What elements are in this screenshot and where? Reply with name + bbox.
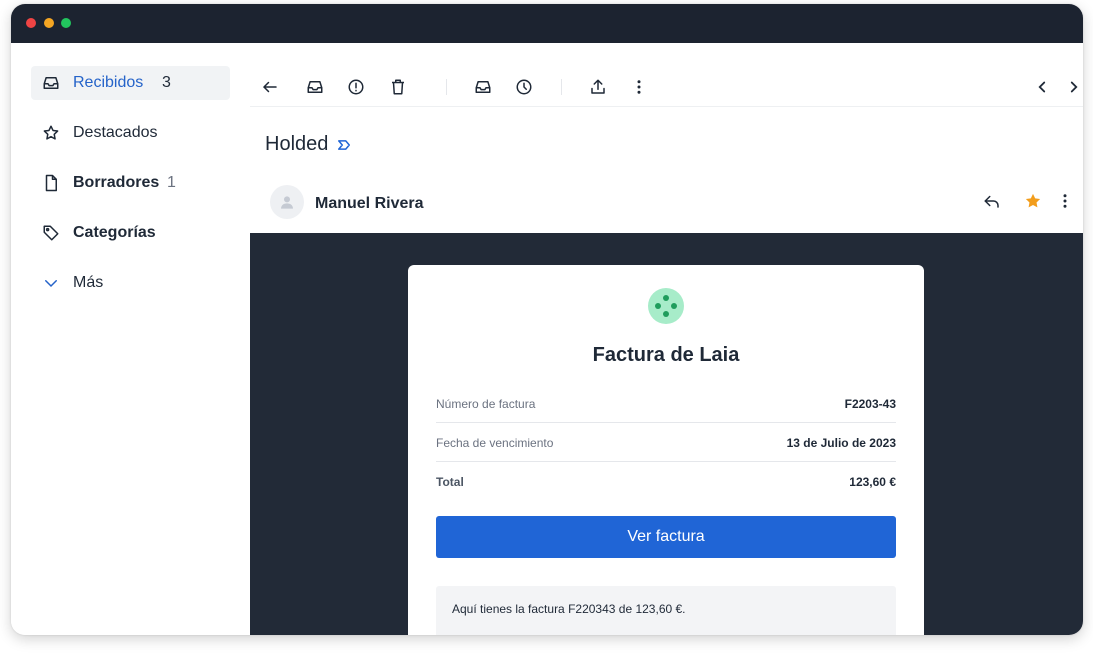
invoice-card: Factura de Laia Número de factura F2203-… <box>408 265 924 635</box>
delete-icon[interactable] <box>389 78 407 96</box>
previous-icon[interactable] <box>1033 78 1051 96</box>
close-window-button[interactable] <box>26 18 36 28</box>
row-value: 13 de Julio de 2023 <box>786 435 896 450</box>
unread-count: 3 <box>162 74 171 91</box>
chevron-down-icon <box>45 280 57 288</box>
minimize-window-button[interactable] <box>44 18 54 28</box>
next-icon[interactable] <box>1065 78 1083 96</box>
sidebar-item-label: Borradores <box>73 174 160 191</box>
archive-icon[interactable] <box>306 78 324 96</box>
sidebar-item-categorias[interactable]: Categorías <box>31 216 230 250</box>
sidebar-item-label: Recibidos <box>73 74 144 91</box>
report-spam-icon[interactable] <box>347 78 365 96</box>
message-pane: Holded Manuel Rivera Factura de Laia Núm… <box>250 43 1083 635</box>
star-outline-icon <box>43 125 59 140</box>
sidebar-item-label: Destacados <box>73 124 158 141</box>
message-toolbar <box>250 43 1083 107</box>
important-label-icon[interactable] <box>337 138 351 152</box>
note-text: Aquí tienes la factura F220343 de 123,60… <box>452 602 686 616</box>
document-icon <box>45 174 57 192</box>
row-label: Total <box>436 475 464 489</box>
row-value: 123,60 € <box>849 475 896 489</box>
row-label: Fecha de vencimiento <box>436 435 554 450</box>
star-filled-icon[interactable] <box>1024 192 1042 210</box>
share-icon[interactable] <box>589 78 607 96</box>
reply-icon[interactable] <box>983 192 1001 210</box>
sidebar: Recibidos 3 Destacados Borradores 1 Cate… <box>11 43 250 635</box>
view-invoice-button[interactable]: Ver factura <box>436 516 896 558</box>
sidebar-item-recibidos[interactable]: Recibidos 3 <box>31 66 230 100</box>
sender-name: Manuel Rivera <box>315 195 424 212</box>
user-icon <box>281 196 293 209</box>
maximize-window-button[interactable] <box>61 18 71 28</box>
sidebar-item-mas[interactable]: Más <box>31 266 230 300</box>
row-label: Número de factura <box>436 396 536 411</box>
snooze-icon[interactable] <box>515 78 533 96</box>
email-subject: Holded <box>265 133 329 155</box>
invoice-row: Número de factura F2203-43 <box>436 385 896 423</box>
more-vertical-icon[interactable] <box>630 78 648 96</box>
toolbar-divider <box>446 79 447 95</box>
tag-icon <box>43 225 59 241</box>
invoice-note: Aquí tienes la factura F220343 de 123,60… <box>436 586 896 635</box>
move-to-inbox-icon[interactable] <box>474 78 492 96</box>
avatar <box>270 185 304 219</box>
invoice-row: Total 123,60 € <box>436 463 896 501</box>
toolbar-divider <box>561 79 562 95</box>
sidebar-item-borradores[interactable]: Borradores 1 <box>31 166 230 200</box>
email-body: Factura de Laia Número de factura F2203-… <box>250 233 1083 635</box>
message-more-icon[interactable] <box>1056 192 1074 210</box>
invoice-row: Fecha de vencimiento 13 de Julio de 2023 <box>436 424 896 462</box>
invoice-title: Factura de Laia <box>592 344 740 366</box>
sidebar-item-label: Más <box>73 274 104 291</box>
app-window: Recibidos 3 Destacados Borradores 1 Cate… <box>11 4 1083 635</box>
row-value: F2203-43 <box>844 396 896 411</box>
inbox-icon <box>43 77 59 89</box>
sidebar-item-destacados[interactable]: Destacados <box>31 116 230 150</box>
drafts-count: 1 <box>167 174 176 191</box>
sidebar-item-label: Categorías <box>73 224 156 241</box>
back-arrow-icon[interactable] <box>261 78 279 96</box>
holded-logo <box>648 288 684 324</box>
window-titlebar <box>11 4 1083 43</box>
